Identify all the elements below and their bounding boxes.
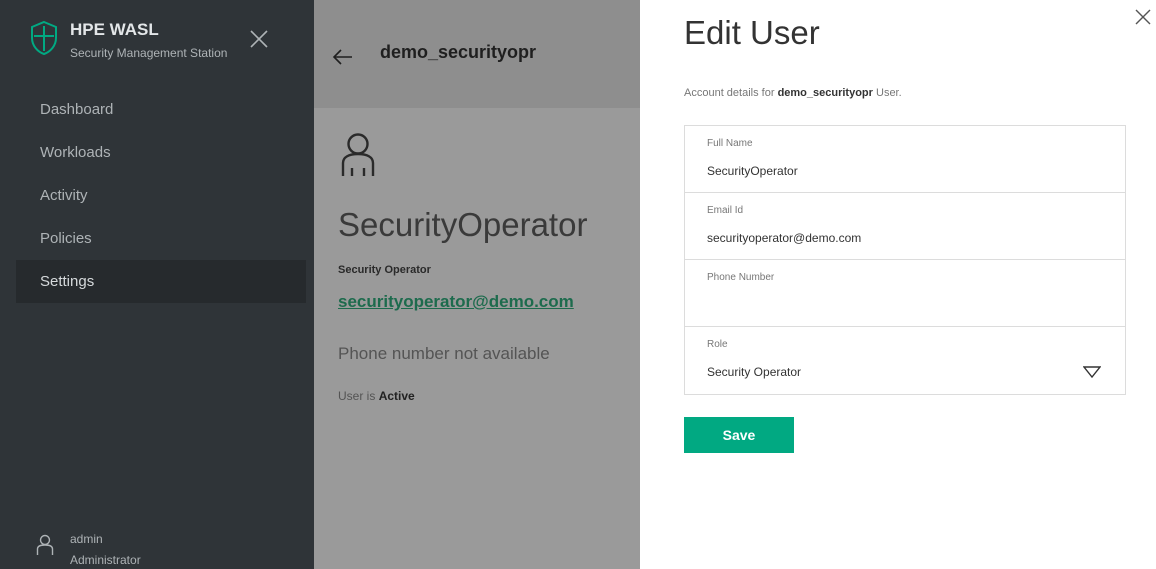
user-icon: [36, 534, 54, 555]
sidebar-item-dashboard[interactable]: Dashboard: [16, 88, 306, 131]
desc-suffix: User.: [876, 87, 902, 99]
brand-header: HPE WASL Security Management Station: [0, 0, 314, 88]
panel-title: Edit User: [684, 14, 820, 51]
current-user[interactable]: admin Administrator: [0, 520, 314, 569]
sidebar: HPE WASL Security Management Station Das…: [0, 0, 314, 569]
detail-username: demo_securityopr: [380, 42, 537, 62]
shield-logo-icon: [31, 20, 57, 56]
role-label: Role: [707, 339, 728, 350]
email-field[interactable]: Email Id securityoperator@demo.com: [685, 193, 1125, 260]
email-label: Email Id: [707, 205, 744, 216]
current-user-name: admin: [70, 532, 103, 546]
save-button[interactable]: Save: [684, 417, 794, 453]
sidebar-item-settings[interactable]: Settings: [16, 260, 306, 303]
sidebar-item-workloads[interactable]: Workloads: [16, 131, 306, 174]
detail-header: demo_securityopr: [314, 0, 640, 108]
sidebar-item-policies[interactable]: Policies: [16, 217, 306, 260]
desc-prefix: Account details for: [684, 87, 775, 99]
brand-title: HPE WASL: [70, 20, 159, 39]
detail-full-name: SecurityOperator: [338, 206, 588, 243]
phone-field[interactable]: Phone Number: [685, 260, 1125, 327]
detail-phone: Phone number not available: [338, 344, 550, 363]
phone-label: Phone Number: [707, 272, 775, 283]
desc-user: demo_securityopr: [777, 87, 873, 99]
triangle-down-icon[interactable]: [1083, 365, 1101, 379]
full-name-input[interactable]: SecurityOperator: [707, 164, 798, 178]
detail-role: Security Operator: [338, 264, 431, 276]
brand-subtitle: Security Management Station: [70, 46, 228, 60]
full-name-label: Full Name: [707, 138, 753, 149]
email-input[interactable]: securityoperator@demo.com: [707, 231, 861, 245]
panel-description: Account details for demo_securityopr Use…: [684, 87, 902, 99]
close-icon[interactable]: [248, 28, 270, 50]
edit-user-panel: Edit User Account details for demo_secur…: [640, 0, 1156, 569]
status-prefix: User is: [338, 389, 376, 403]
arrow-left-icon[interactable]: [332, 48, 354, 66]
full-name-field[interactable]: Full Name SecurityOperator: [685, 126, 1125, 193]
sidebar-item-activity[interactable]: Activity: [16, 174, 306, 217]
edit-user-form: Full Name SecurityOperator Email Id secu…: [684, 125, 1126, 395]
detail-status: User is Active: [338, 389, 415, 403]
current-user-role: Administrator: [70, 553, 141, 567]
role-select[interactable]: Role Security Operator: [685, 327, 1125, 394]
user-detail-pane: demo_securityopr SecurityOperator Securi…: [314, 0, 640, 569]
user-icon: [341, 133, 375, 176]
sidebar-nav: Dashboard Workloads Activity Policies Se…: [16, 88, 306, 303]
status-value: Active: [378, 389, 415, 403]
app-root: HPE WASL Security Management Station Das…: [0, 0, 1156, 569]
detail-email-link[interactable]: securityoperator@demo.com: [338, 292, 574, 312]
role-value[interactable]: Security Operator: [707, 365, 801, 379]
close-icon[interactable]: [1134, 8, 1152, 26]
